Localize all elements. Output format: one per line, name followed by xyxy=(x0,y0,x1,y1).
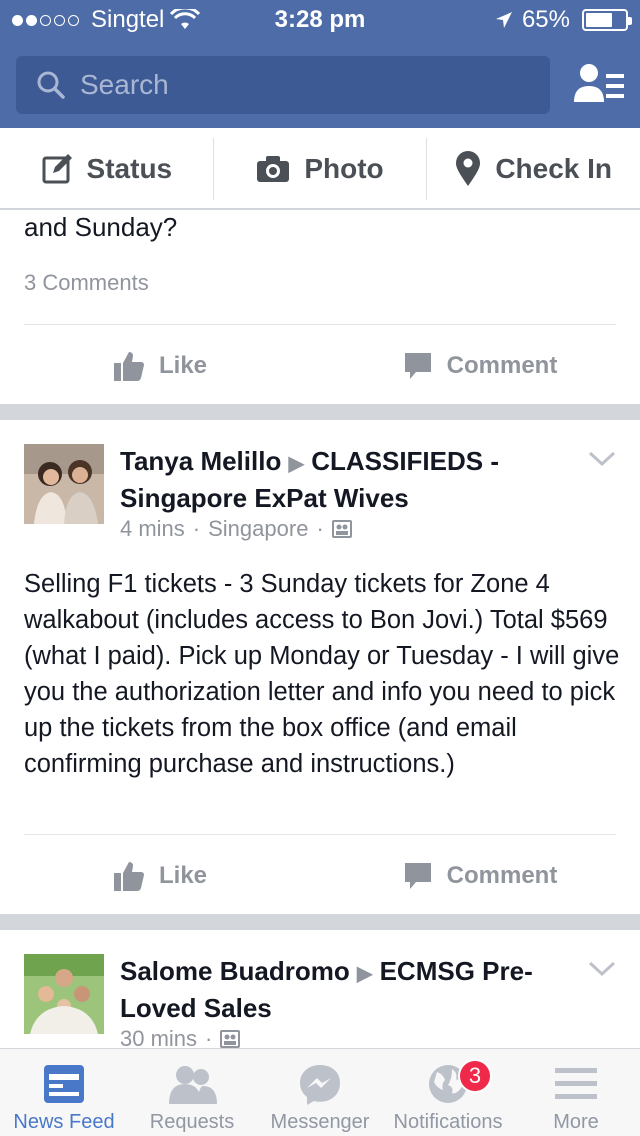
thumbs-up-icon xyxy=(113,352,144,381)
messenger-icon xyxy=(300,1065,340,1105)
photo-label: Photo xyxy=(304,153,384,184)
check-in-label: Check In xyxy=(495,153,613,184)
comment-button[interactable]: Comment xyxy=(320,326,640,406)
comment-label: Comment xyxy=(446,862,558,889)
search-placeholder: Search xyxy=(80,69,169,100)
tab-label: More xyxy=(553,1111,599,1133)
search-icon xyxy=(37,71,65,99)
edit-icon xyxy=(42,154,72,184)
post-title: Salome Buadromo ▶ ECMSG Pre-Loved Sales xyxy=(120,954,560,1025)
photo-button[interactable]: Photo xyxy=(214,138,428,200)
divider xyxy=(24,834,616,835)
status-button[interactable]: Status xyxy=(0,138,214,200)
friends-list-icon[interactable] xyxy=(572,60,626,110)
author-name[interactable]: Tanya Melillo xyxy=(120,446,281,476)
post-body-tail: and Sunday? xyxy=(24,212,178,242)
post-meta: 30 mins · xyxy=(120,1026,241,1048)
news-feed[interactable]: and Sunday? 3 Comments Like Comment Tany… xyxy=(0,210,640,1048)
like-button[interactable]: Like xyxy=(0,326,320,406)
group-audience-icon xyxy=(331,520,352,538)
comment-label: Comment xyxy=(446,352,558,379)
location-pin-icon xyxy=(456,151,481,186)
post-meta: 4 mins · Singapore · xyxy=(120,516,352,542)
post-time[interactable]: 4 mins xyxy=(120,516,185,542)
tab-requests[interactable]: Requests xyxy=(128,1049,256,1136)
comments-count-link[interactable]: 3 Comments xyxy=(24,270,149,296)
post-title: Tanya Melillo ▶ CLASSIFIEDS - Singapore … xyxy=(120,444,560,515)
like-label: Like xyxy=(158,862,208,889)
post-separator xyxy=(0,914,640,930)
news-feed-icon xyxy=(44,1065,84,1103)
meta-dot: · xyxy=(316,516,324,541)
post-header: Salome Buadromo ▶ ECMSG Pre-Loved Sales … xyxy=(24,954,616,1048)
chevron-down-icon[interactable] xyxy=(588,450,616,468)
tab-label: News Feed xyxy=(13,1111,115,1133)
status-label: Status xyxy=(86,153,173,184)
comment-button[interactable]: Comment xyxy=(320,836,640,916)
arrow-right-icon: ▶ xyxy=(288,453,304,475)
tab-more[interactable]: More xyxy=(512,1049,640,1136)
location-arrow-icon xyxy=(495,12,512,28)
meta-dot: · xyxy=(205,1026,213,1048)
post-time[interactable]: 30 mins xyxy=(120,1026,197,1048)
requests-icon xyxy=(169,1066,217,1104)
thumbs-up-icon xyxy=(113,862,144,891)
post-location[interactable]: Singapore xyxy=(208,516,308,542)
post-body: Selling F1 tickets - 3 Sunday tickets fo… xyxy=(24,570,620,778)
battery-icon xyxy=(582,9,632,31)
comment-bubble-icon xyxy=(404,353,431,379)
check-in-button[interactable]: Check In xyxy=(427,138,640,200)
post-header: Tanya Melillo ▶ CLASSIFIEDS - Singapore … xyxy=(24,444,616,554)
search-input[interactable]: Search xyxy=(16,56,550,114)
divider xyxy=(24,324,616,325)
tab-news-feed[interactable]: News Feed xyxy=(0,1049,128,1136)
menu-icon xyxy=(555,1068,597,1099)
tab-label: Notifications xyxy=(393,1111,503,1133)
group-audience-icon xyxy=(220,1030,241,1048)
avatar[interactable] xyxy=(24,954,104,1034)
battery-percent: 65% xyxy=(521,6,570,33)
tab-bar: News Feed Requests Messenger 3 Notificat… xyxy=(0,1048,640,1136)
like-button[interactable]: Like xyxy=(0,836,320,916)
comment-bubble-icon xyxy=(404,863,431,889)
tab-messenger[interactable]: Messenger xyxy=(256,1049,384,1136)
post-actions: Like Comment xyxy=(0,836,640,916)
composer-bar: Status Photo Check In xyxy=(0,128,640,210)
chevron-down-icon[interactable] xyxy=(588,960,616,978)
avatar[interactable] xyxy=(24,444,104,524)
tab-label: Requests xyxy=(149,1111,235,1133)
like-label: Like xyxy=(158,352,208,379)
post-actions: Like Comment xyxy=(0,326,640,406)
post-separator xyxy=(0,404,640,420)
author-name[interactable]: Salome Buadromo xyxy=(120,956,350,986)
top-bar: Singtel 3:28 pm 65% Search xyxy=(0,0,640,128)
tab-label: Messenger xyxy=(270,1111,370,1133)
arrow-right-icon: ▶ xyxy=(356,963,373,985)
notifications-badge: 3 xyxy=(458,1059,492,1093)
meta-dot: · xyxy=(192,516,201,541)
tab-notifications[interactable]: 3 Notifications xyxy=(384,1049,512,1136)
camera-icon xyxy=(257,156,290,182)
status-bar: Singtel 3:28 pm 65% xyxy=(0,0,640,40)
